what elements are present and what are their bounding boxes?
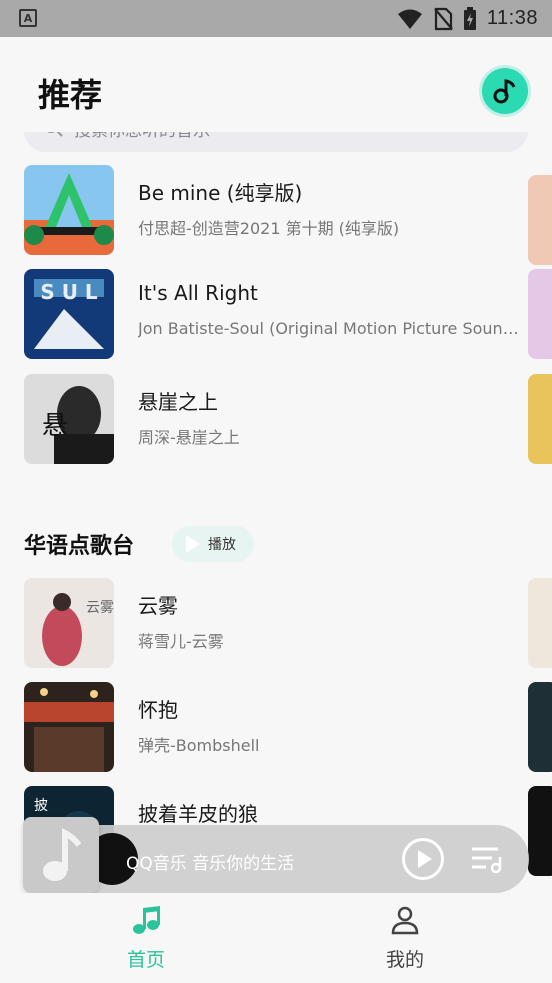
section-play-button[interactable]: 播放 [172,526,254,562]
song-row[interactable]: 怀抱 弹壳-Bombshell [24,682,552,772]
song-artist: 蒋雪儿-云雾 [138,632,224,651]
svg-text:S U L: S U L [40,280,98,304]
battery-charging-icon [463,6,476,30]
playlist-icon[interactable] [470,845,504,875]
album-cover: 悬 [24,374,114,464]
player-artwork [23,817,99,893]
svg-text:披: 披 [34,798,48,814]
tab-mine[interactable]: 我的 [345,905,465,972]
status-time: 11:38 [486,7,538,29]
status-icons: 11:38 [397,0,538,37]
svg-text:云雾: 云雾 [86,600,114,616]
play-icon [186,535,200,553]
tab-mine-label: 我的 [385,949,424,971]
album-cover: 云雾 [24,578,114,668]
play-label: 播放 [208,537,236,553]
header: 推荐 [0,37,552,132]
song-title: 披着羊皮的狼 [138,802,258,826]
song-title: It's All Right [138,281,258,305]
next-column-cover[interactable] [528,578,552,668]
song-artist: 周深-悬崖之上 [138,428,240,447]
section-title: 华语点歌台 [24,534,135,559]
album-cover: S U L [24,269,114,359]
status-bar: A 11:38 [0,0,552,37]
next-column-cover[interactable] [528,786,552,876]
next-column-cover[interactable] [528,269,552,359]
tab-home-label: 首页 [126,949,165,971]
person-icon [391,906,419,935]
tab-home[interactable]: 首页 [86,905,206,972]
player-text: QQ音乐 音乐你的生活 [126,854,295,874]
song-title: 云雾 [138,594,178,618]
music-note-icon [133,906,160,934]
svg-text:悬: 悬 [42,411,68,441]
album-cover [24,682,114,772]
play-pause-button[interactable] [402,838,444,880]
no-sim-icon [434,7,453,30]
music-player-button[interactable] [482,68,528,114]
song-title: Be mine (纯享版) [138,181,303,205]
song-row[interactable]: 悬 悬崖之上 周深-悬崖之上 [24,374,552,464]
play-icon [418,850,432,868]
bottom-navigation: 首页 我的 [0,893,552,983]
song-title: 悬崖之上 [138,390,218,414]
page-title: 推荐 [38,76,103,114]
next-column-cover[interactable] [528,682,552,772]
next-column-cover[interactable] [528,175,552,265]
song-row[interactable]: Be mine (纯享版) 付思超-创造营2021 第十期 (纯享版) [24,165,552,255]
song-artist: 弹壳-Bombshell [138,736,260,755]
song-row[interactable]: 云雾 云雾 蒋雪儿-云雾 [24,578,552,668]
album-cover [24,165,114,255]
notification-a-icon: A [19,9,37,27]
song-artist: Jon Batiste-Soul (Original Motion Pictur… [138,319,528,338]
song-artist: 付思超-创造营2021 第十期 (纯享版) [138,219,400,238]
wifi-icon [397,9,422,29]
music-note-icon [493,79,516,104]
next-column-cover[interactable] [528,374,552,464]
music-note-icon [43,828,82,881]
song-title: 怀抱 [138,698,178,722]
mini-player[interactable]: QQ音乐 音乐你的生活 [23,817,529,893]
song-row[interactable]: S U L It's All Right Jon Batiste-Soul (O… [24,269,552,359]
